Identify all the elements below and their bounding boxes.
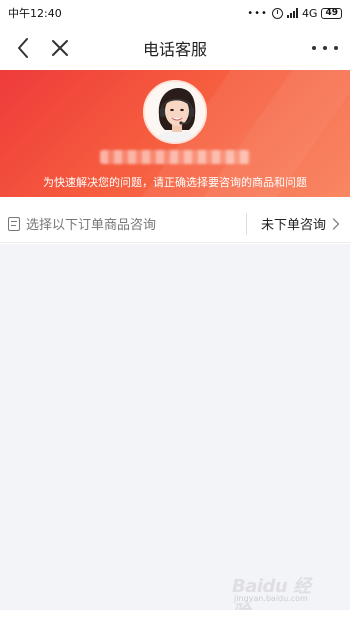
- back-arrow-icon[interactable]: [14, 36, 34, 60]
- status-bar: 中午12:40 ••• 4G 49: [0, 0, 350, 26]
- service-banner: 为快速解决您的问题，请正确选择要咨询的商品和问题: [0, 70, 350, 197]
- no-order-consult-label: 未下单咨询: [260, 218, 326, 233]
- watermark-url: jingyan.baidu.com: [234, 594, 308, 603]
- banner-instruction: 为快速解决您的问题，请正确选择要咨询的商品和问题: [43, 176, 307, 189]
- nav-header: 电话客服: [0, 26, 350, 70]
- close-icon[interactable]: [50, 37, 70, 59]
- battery-icon: 49: [321, 7, 342, 19]
- signal-icon: [286, 8, 298, 18]
- select-order-label: 选择以下订单商品咨询: [26, 218, 157, 233]
- bottom-strip: [0, 610, 350, 622]
- status-icons: ••• 4G 49: [247, 7, 342, 20]
- no-order-consult-button[interactable]: 未下单咨询: [247, 214, 350, 233]
- chevron-right-icon: [332, 217, 340, 230]
- network-label: 4G: [301, 6, 318, 20]
- masked-phone-number: [100, 150, 250, 164]
- notification-dots: •••: [247, 7, 268, 19]
- alarm-icon: [271, 7, 283, 19]
- watermark: Baidu 经验 jingyan.baidu.com: [222, 570, 322, 622]
- order-list-area: Baidu 经验 jingyan.baidu.com: [0, 244, 350, 622]
- more-menu-icon[interactable]: [312, 38, 338, 58]
- document-icon: [8, 216, 20, 231]
- agent-avatar: [143, 80, 207, 144]
- select-order-button[interactable]: 选择以下订单商品咨询: [0, 214, 246, 233]
- order-selection-row: 选择以下订单商品咨询 未下单咨询: [0, 205, 350, 243]
- status-time: 中午12:40: [8, 7, 62, 20]
